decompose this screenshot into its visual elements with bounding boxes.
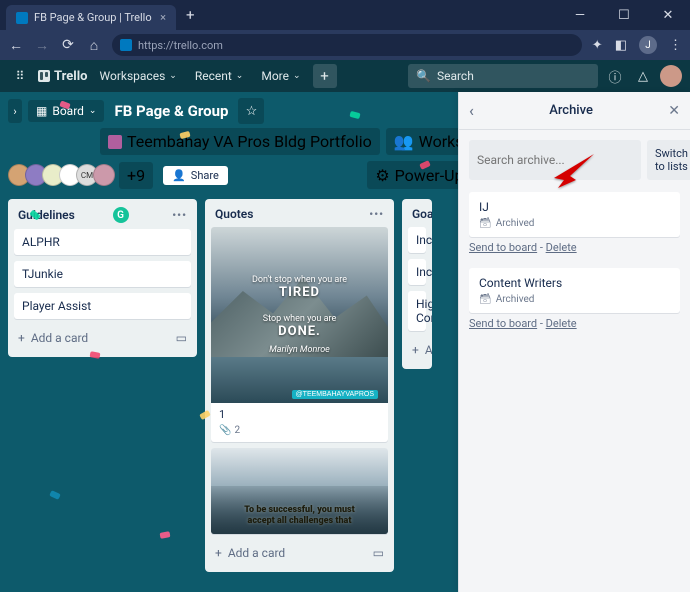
card[interactable]: To be successful, you mustaccept all cha… [211,448,388,534]
archive-icon: 🗃 [479,218,492,229]
workspace-link[interactable]: Teembahay VA Pros Bldg Portfolio [100,128,380,155]
home-button[interactable]: ⌂ [86,37,102,54]
workspace-icon [108,135,122,149]
list-title[interactable]: Guidelines [18,208,75,222]
notifications-icon[interactable]: △ [632,69,654,84]
close-panel-button[interactable]: ✕ [668,103,680,119]
card-template-icon[interactable]: ▭ [176,331,187,345]
reload-button[interactable]: ⟳ [60,37,76,53]
send-to-board-link[interactable]: Send to board [469,241,537,254]
new-tab-button[interactable]: + [176,0,205,30]
more-menu[interactable]: More⌄ [255,65,306,87]
workspaces-menu[interactable]: Workspaces⌄ [94,65,183,87]
delete-link[interactable]: Delete [546,241,577,254]
tab-title: FB Page & Group | Trello [34,11,152,24]
list-menu-icon[interactable]: ••• [369,208,384,221]
create-button[interactable]: + [313,64,337,88]
list-menu-icon[interactable]: ••• [172,209,187,222]
browser-tab[interactable]: FB Page & Group | Trello × [6,5,176,30]
plus-icon: + [215,546,222,560]
list-title[interactable]: Goa [412,207,432,221]
search-icon: 🔍 [416,69,431,83]
minimize-button[interactable]: — [558,0,602,30]
list-guidelines: Guidelines G ••• ALPHR TJunkie Player As… [8,199,197,357]
close-tab-icon[interactable]: × [160,11,166,24]
plus-icon: + [18,331,25,345]
list-quotes: Quotes ••• Don't stop when you areTIRED … [205,199,394,572]
panel-title: Archive [474,103,668,118]
chevron-down-icon: ⌄ [169,71,177,81]
board-view-switcher[interactable]: ▦ Board ⌄ [28,100,104,122]
delete-link[interactable]: Delete [546,317,577,330]
search-placeholder: Search [437,69,474,83]
window-controls: — ☐ ✕ [558,0,690,30]
browser-profile[interactable]: J [639,36,657,54]
card-title: 1 [219,408,380,421]
star-board-button[interactable]: ☆ [238,98,264,124]
browser-toolbar: ← → ⟳ ⌂ https://trello.com ✦ ◧ J ⋮ [0,30,690,60]
card-cover: Don't stop when you areTIRED Stop when y… [211,227,388,403]
add-card-button[interactable]: +A [402,337,432,363]
list-goals: Goa Incr Incr HighCom +A [402,199,432,369]
add-card-button[interactable]: + Add a card ▭ [8,325,197,351]
list-title[interactable]: Quotes [215,207,253,221]
card[interactable]: Incr [408,227,426,253]
share-icon: 👤 [172,169,186,182]
archive-icon: 🗃 [479,294,492,305]
recent-menu[interactable]: Recent⌄ [189,65,250,87]
card-cover: To be successful, you mustaccept all cha… [211,448,388,534]
info-icon[interactable]: ⓘ [604,67,626,86]
card[interactable]: Don't stop when you areTIRED Stop when y… [211,227,388,442]
board-icon: ▦ [36,104,47,118]
trello-favicon [16,12,28,24]
close-window-button[interactable]: ✕ [646,0,690,30]
card[interactable]: Player Assist [14,293,191,319]
browser-menu-icon[interactable]: ⋮ [669,38,682,53]
people-icon: 👥 [394,132,414,151]
card[interactable]: HighCom [408,291,426,331]
card[interactable]: TJunkie [14,261,191,287]
board-members[interactable]: CM [8,164,115,186]
app-switcher-icon[interactable]: ⠿ [8,69,32,83]
maximize-button[interactable]: ☐ [602,0,646,30]
board-title[interactable]: FB Page & Group [110,100,232,122]
chevron-down-icon: ⌄ [236,71,244,81]
member-avatar[interactable] [93,164,115,186]
share-button[interactable]: 👤 Share [163,166,228,185]
rocket-icon: ⚙ [375,166,389,185]
site-info-icon[interactable] [120,39,132,51]
header-search[interactable]: 🔍 Search [408,64,598,88]
trello-logo[interactable]: Trello [38,69,88,84]
browser-tab-bar: FB Page & Group | Trello × + — ☐ ✕ [0,0,690,30]
side-panel-icon[interactable]: ◧ [615,38,627,53]
card[interactable]: Incr [408,259,426,285]
extensions-icon[interactable]: ✦ [592,38,603,53]
user-avatar[interactable] [660,65,682,87]
archived-card-title: Content Writers [479,276,670,290]
card-template-icon[interactable]: ▭ [373,546,384,560]
address-bar[interactable]: https://trello.com [112,34,582,56]
send-to-board-link[interactable]: Send to board [469,317,537,330]
archived-card-title: IJ [479,200,670,214]
attachment-icon: 📎 [219,425,231,436]
archive-panel: ‹ Archive ✕ Switch to lists IJ 🗃Archived… [458,92,690,592]
add-card-button[interactable]: + Add a card ▭ [205,540,394,566]
forward-button[interactable]: → [34,37,50,54]
member-overflow[interactable]: +9 [119,162,153,189]
archived-card[interactable]: IJ 🗃Archived [469,192,680,237]
archived-card[interactable]: Content Writers 🗃Archived [469,268,680,313]
expand-sidebar-button[interactable]: › [8,99,22,123]
archive-search-input[interactable] [469,140,641,180]
chevron-down-icon: ⌄ [89,106,97,116]
trello-header: ⠿ Trello Workspaces⌄ Recent⌄ More⌄ + 🔍 S… [0,60,690,92]
url-text: https://trello.com [138,39,223,52]
back-button[interactable]: ← [8,37,24,54]
grammarly-icon[interactable]: G [113,207,129,223]
switch-to-lists-button[interactable]: Switch to lists [647,140,690,180]
card[interactable]: ALPHR [14,229,191,255]
chevron-down-icon: ⌄ [293,71,301,81]
